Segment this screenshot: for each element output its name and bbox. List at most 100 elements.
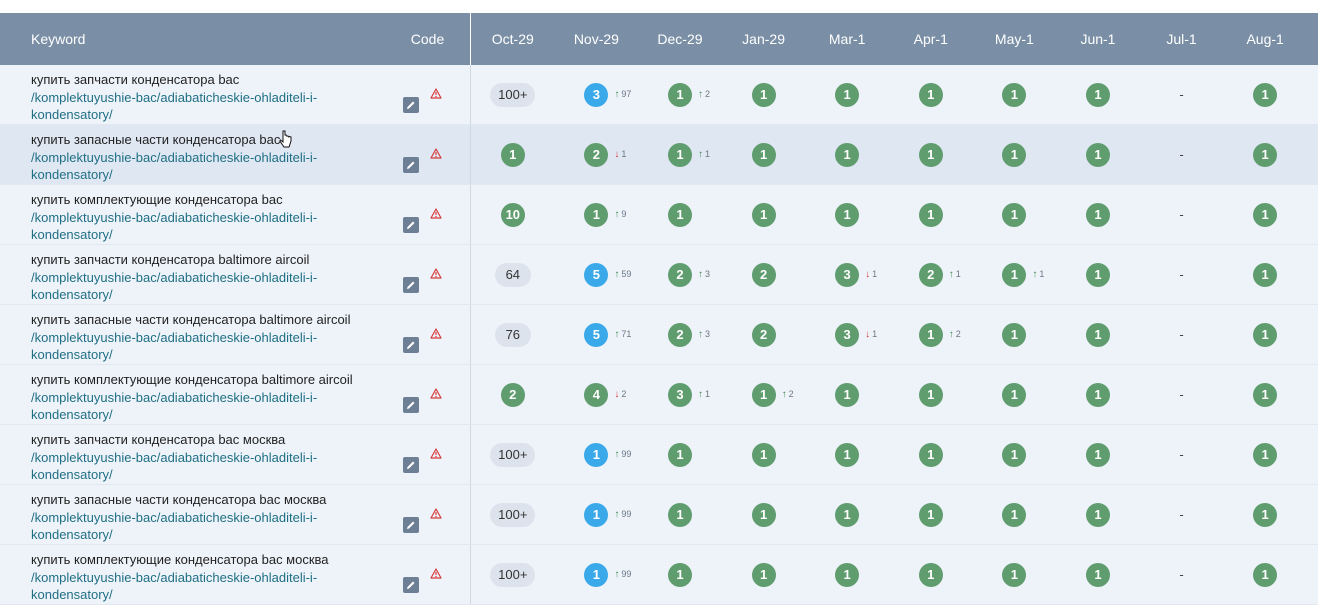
rank-badge[interactable]: 1 bbox=[584, 202, 609, 227]
rank-badge[interactable]: 1 bbox=[918, 442, 943, 467]
header-date[interactable]: Jun-1 bbox=[1056, 13, 1140, 65]
rank-badge[interactable]: 1 bbox=[1085, 82, 1110, 107]
header-code[interactable]: Code bbox=[385, 13, 471, 65]
warning-triangle-icon[interactable] bbox=[430, 448, 442, 459]
pencil-icon[interactable] bbox=[403, 577, 419, 593]
rank-badge[interactable]: 3 bbox=[667, 382, 692, 407]
rank-badge[interactable]: 1 bbox=[1253, 142, 1278, 167]
rank-badge[interactable]: 1 bbox=[835, 142, 860, 167]
rank-badge[interactable]: 1 bbox=[751, 82, 776, 107]
rank-badge[interactable]: 1 bbox=[667, 562, 692, 587]
rank-badge[interactable]: 3 bbox=[835, 322, 860, 347]
rank-badge[interactable]: 2 bbox=[751, 262, 776, 287]
rank-badge[interactable]: 1 bbox=[1085, 322, 1110, 347]
rank-badge[interactable]: 1 bbox=[835, 502, 860, 527]
keyword-url-link[interactable]: /komplektuyushie-bac/adiabaticheskie-ohl… bbox=[31, 89, 361, 124]
rank-badge[interactable]: 1 bbox=[1002, 382, 1027, 407]
rank-badge[interactable]: 1 bbox=[1253, 502, 1278, 527]
rank-badge[interactable]: 100+ bbox=[490, 82, 536, 107]
rank-badge[interactable]: 1 bbox=[835, 82, 860, 107]
rank-badge[interactable]: 2 bbox=[584, 142, 609, 167]
rank-badge[interactable]: 1 bbox=[667, 82, 692, 107]
rank-badge[interactable]: 1 bbox=[1253, 202, 1278, 227]
warning-triangle-icon[interactable] bbox=[430, 328, 442, 339]
rank-badge[interactable]: 1 bbox=[1002, 262, 1027, 287]
keyword-url-link[interactable]: /komplektuyushie-bac/adiabaticheskie-ohl… bbox=[31, 449, 361, 484]
rank-badge[interactable]: 1 bbox=[751, 502, 776, 527]
rank-badge[interactable]: 1 bbox=[667, 202, 692, 227]
rank-badge[interactable]: 1 bbox=[1085, 502, 1110, 527]
rank-badge[interactable]: 1 bbox=[584, 562, 609, 587]
header-keyword[interactable]: Keyword bbox=[0, 13, 385, 65]
rank-badge[interactable]: 1 bbox=[835, 202, 860, 227]
rank-badge[interactable]: 1 bbox=[918, 142, 943, 167]
pencil-icon[interactable] bbox=[403, 397, 419, 413]
warning-triangle-icon[interactable] bbox=[430, 148, 442, 159]
keyword-url-link[interactable]: /komplektuyushie-bac/adiabaticheskie-ohl… bbox=[31, 329, 361, 364]
rank-badge[interactable]: 1 bbox=[1085, 262, 1110, 287]
rank-badge[interactable]: 64 bbox=[494, 262, 531, 287]
rank-badge[interactable]: 100+ bbox=[490, 562, 536, 587]
rank-badge[interactable]: 1 bbox=[835, 382, 860, 407]
rank-badge[interactable]: 5 bbox=[584, 262, 609, 287]
header-date[interactable]: Mar-1 bbox=[805, 13, 889, 65]
rank-badge[interactable]: 1 bbox=[1002, 442, 1027, 467]
table-row[interactable]: купить комплектующие конденсатора bac/ko… bbox=[0, 185, 1318, 245]
table-row[interactable]: купить запчасти конденсатора bac/komplek… bbox=[0, 65, 1318, 125]
header-date[interactable]: Jul-1 bbox=[1140, 13, 1224, 65]
rank-badge[interactable]: 2 bbox=[751, 322, 776, 347]
rank-badge[interactable]: 1 bbox=[1253, 562, 1278, 587]
rank-badge[interactable]: 1 bbox=[1085, 202, 1110, 227]
warning-triangle-icon[interactable] bbox=[430, 88, 442, 99]
keyword-url-link[interactable]: /komplektuyushie-bac/adiabaticheskie-ohl… bbox=[31, 569, 361, 604]
table-row[interactable]: купить комплектующие конденсатора baltim… bbox=[0, 365, 1318, 425]
rank-badge[interactable]: 3 bbox=[835, 262, 860, 287]
rank-badge[interactable]: 1 bbox=[918, 322, 943, 347]
pencil-icon[interactable] bbox=[403, 277, 419, 293]
rank-badge[interactable]: 1 bbox=[918, 382, 943, 407]
pencil-icon[interactable] bbox=[403, 337, 419, 353]
rank-badge[interactable]: 2 bbox=[667, 262, 692, 287]
table-row[interactable]: купить запасные части конденсатора bac м… bbox=[0, 485, 1318, 545]
header-date[interactable]: May-1 bbox=[973, 13, 1057, 65]
rank-badge[interactable]: 1 bbox=[1085, 382, 1110, 407]
rank-badge[interactable]: 1 bbox=[918, 82, 943, 107]
rank-badge[interactable]: 1 bbox=[1002, 322, 1027, 347]
rank-badge[interactable]: 1 bbox=[1002, 142, 1027, 167]
rank-badge[interactable]: 1 bbox=[751, 382, 776, 407]
warning-triangle-icon[interactable] bbox=[430, 508, 442, 519]
rank-badge[interactable]: 1 bbox=[1253, 82, 1278, 107]
keyword-url-link[interactable]: /komplektuyushie-bac/adiabaticheskie-ohl… bbox=[31, 269, 361, 304]
pencil-icon[interactable] bbox=[403, 97, 419, 113]
rank-badge[interactable]: 1 bbox=[1085, 562, 1110, 587]
rank-badge[interactable]: 1 bbox=[1002, 202, 1027, 227]
pencil-icon[interactable] bbox=[403, 217, 419, 233]
pencil-icon[interactable] bbox=[403, 517, 419, 533]
rank-badge[interactable]: 1 bbox=[667, 502, 692, 527]
rank-badge[interactable]: 1 bbox=[751, 562, 776, 587]
rank-badge[interactable]: 4 bbox=[584, 382, 609, 407]
table-row[interactable]: купить комплектующие конденсатора bac мо… bbox=[0, 545, 1318, 605]
rank-badge[interactable]: 10 bbox=[500, 202, 525, 227]
rank-badge[interactable]: 1 bbox=[1002, 82, 1027, 107]
rank-badge[interactable]: 1 bbox=[751, 142, 776, 167]
rank-badge[interactable]: 1 bbox=[918, 562, 943, 587]
rank-badge[interactable]: 2 bbox=[918, 262, 943, 287]
rank-badge[interactable]: 1 bbox=[1253, 262, 1278, 287]
rank-badge[interactable]: 1 bbox=[584, 502, 609, 527]
rank-badge[interactable]: 2 bbox=[500, 382, 525, 407]
rank-badge[interactable]: 1 bbox=[751, 202, 776, 227]
rank-badge[interactable]: 76 bbox=[494, 322, 531, 347]
pencil-icon[interactable] bbox=[403, 457, 419, 473]
header-date[interactable]: Jan-29 bbox=[722, 13, 806, 65]
rank-badge[interactable]: 100+ bbox=[490, 502, 536, 527]
header-date[interactable]: Oct-29 bbox=[471, 13, 555, 65]
warning-triangle-icon[interactable] bbox=[430, 568, 442, 579]
rank-badge[interactable]: 1 bbox=[1253, 382, 1278, 407]
rank-badge[interactable]: 1 bbox=[835, 442, 860, 467]
rank-badge[interactable]: 1 bbox=[918, 502, 943, 527]
table-row[interactable]: купить запчасти конденсатора baltimore a… bbox=[0, 245, 1318, 305]
keyword-url-link[interactable]: /komplektuyushie-bac/adiabaticheskie-ohl… bbox=[31, 389, 361, 424]
header-date[interactable]: Apr-1 bbox=[889, 13, 973, 65]
rank-badge[interactable]: 1 bbox=[584, 442, 609, 467]
